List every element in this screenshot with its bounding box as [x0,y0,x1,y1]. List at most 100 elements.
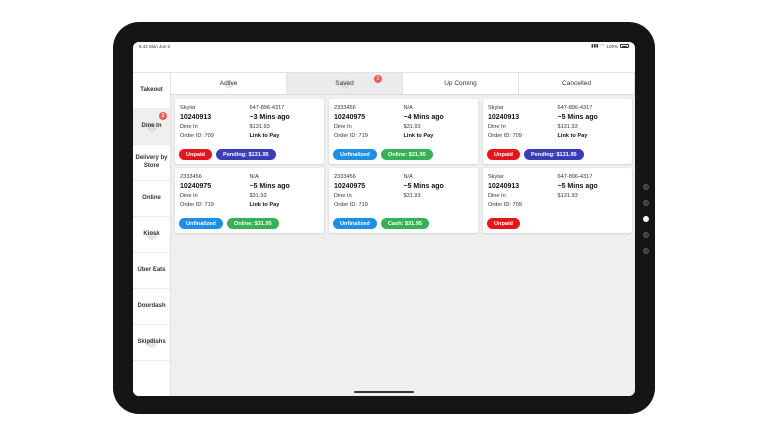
sidebar: Takeout Dine In 2 Delivery by Store Online Ki… [133,73,171,396]
sidebar-item-delivery-by-store[interactable]: Delivery by Store [133,145,170,181]
sidebar-item-label: Dine In [141,122,162,129]
pay-link[interactable]: Link to Pay [250,202,320,208]
pending-payment-badge[interactable]: Pending: $131.95 [215,149,276,160]
unfinalized-badge[interactable]: Unfinalized [333,218,377,229]
sidebar-item-label: Kiosk [143,230,160,237]
customer-phone: 647-896-4317 [557,104,593,111]
card-row: Order ID: 719 [334,201,473,211]
unfinalized-badge[interactable]: Unfinalized [179,218,223,229]
sidebar-item-label: Doordash [137,302,166,309]
pending-payment-badge[interactable]: Pending: $131.95 [523,149,584,160]
order-card[interactable]: 2333456 N/A 10240975 ~5 Mins ago Dine In $31.… [175,168,324,233]
unpaid-badge[interactable]: Unpaid [179,149,212,160]
order-card[interactable]: Skylar 647-896-4317 10240913 ~3 Mins ago Din… [175,99,324,164]
order-id: Order ID: 709 [180,133,214,140]
sidebar-item-label: Online [142,194,161,201]
customer-phone: 647-896-4317 [249,104,285,111]
order-id: Order ID: 719 [334,133,368,140]
wifi-icon: ◠ [600,43,605,48]
device-side-button [643,200,649,206]
order-card[interactable]: Skylar 647-896-4317 10240913 ~5 Mins ago Din… [483,99,632,164]
card-row: Skylar 647-896-4317 [180,103,319,113]
status-pills: Unpaid Pending: $131.95 [179,149,276,160]
tab-active[interactable]: Active [171,73,287,94]
sidebar-item-skipdishs[interactable]: Skipdishs [133,325,170,361]
order-time: ~3 Mins ago [249,113,290,121]
order-amount: $31.93 [403,123,421,130]
card-row: Order ID: 709 Link to Pay [180,132,319,142]
home-indicator [354,391,414,393]
card-row: 10240913 ~3 Mins ago [180,113,319,123]
pay-link[interactable]: Link to Pay [250,133,320,139]
app-screen: 6:41 Mon Jun 6 ▮▮▮ ◠ 100% Takeout Dine In… [133,42,635,396]
card-row: 10240975 ~5 Mins ago [180,182,319,192]
order-time: ~5 Mins ago [403,182,444,190]
device-side-button [643,184,649,190]
order-number: 10240913 [488,113,520,121]
tab-cancelled[interactable]: Cancelled [519,73,635,94]
top-header [133,50,635,73]
signal-icon: ▮▮▮ [591,43,599,48]
sidebar-item-takeout[interactable]: Takeout [133,73,170,109]
sidebar-item-label: Uber Eats [137,266,166,273]
status-time: 6:41 [139,43,148,49]
sidebar-item-doordash[interactable]: Doordash [133,289,170,325]
order-amount: $31.93 [403,192,421,199]
payment-badge[interactable]: Online: $31.95 [226,218,279,229]
customer-name: 2333456 [180,173,202,180]
order-amount: $131.93 [557,192,578,199]
status-pills: Unpaid [487,218,520,229]
status-date: Mon Jun 6 [149,43,171,49]
order-card[interactable]: 2333456 N/A 10240975 ~4 Mins ago Dine In $31.… [329,99,478,164]
card-row: Order ID: 709 Link to Pay [488,132,627,142]
card-row: 10240975 ~5 Mins ago [334,182,473,192]
order-id: Order ID: 719 [334,202,368,209]
tab-saved[interactable]: Saved 2 [287,73,403,94]
pay-link[interactable]: Link to Pay [404,133,474,139]
tab-label: Cancelled [562,80,591,87]
card-row: Skylar 647-896-4317 [488,172,627,182]
device-side-button [643,248,649,254]
order-type: Dine In [488,192,506,199]
sidebar-item-kiosk[interactable]: Kiosk [133,217,170,253]
card-row: Dine In $131.93 [488,191,627,201]
status-pills: Unfinalized Online: $31.95 [333,149,433,160]
pay-link[interactable]: Link to Pay [558,133,628,139]
customer-name: 2333456 [334,173,356,180]
tablet-frame: 6:41 Mon Jun 6 ▮▮▮ ◠ 100% Takeout Dine In… [113,22,655,414]
sidebar-item-dine-in[interactable]: Dine In 2 [133,109,170,145]
card-row: Order ID: 719 Link to Pay [334,132,473,142]
sidebar-item-online[interactable]: Online [133,181,170,217]
tab-label: Saved [335,80,354,87]
customer-phone: N/A [403,104,413,111]
payment-badge[interactable]: Cash: $31.95 [380,218,430,229]
main-content: Active Saved 2 Up Coming Cancelled Skylar 647… [171,73,635,396]
tab-up-coming[interactable]: Up Coming [403,73,519,94]
order-time: ~4 Mins ago [403,113,444,121]
order-amount: $131.93 [557,123,578,130]
order-amount: $131.93 [249,123,270,130]
customer-phone: N/A [249,173,259,180]
status-pills: Unfinalized Online: $31.95 [179,218,279,229]
card-row: 10240913 ~5 Mins ago [488,182,627,192]
customer-name: Skylar [488,173,504,180]
sidebar-item-label: Takeout [140,86,163,93]
order-number: 10240913 [180,113,212,121]
unpaid-badge[interactable]: Unpaid [487,218,520,229]
order-card[interactable]: 2333456 N/A 10240975 ~5 Mins ago Dine In $31.… [329,168,478,233]
card-row: 2333456 N/A [334,172,473,182]
unpaid-badge[interactable]: Unpaid [487,149,520,160]
customer-phone: 647-896-4317 [557,173,593,180]
payment-badge[interactable]: Online: $31.95 [380,149,433,160]
card-row: Dine In $131.93 [180,122,319,132]
device-side-button [643,232,649,238]
unfinalized-badge[interactable]: Unfinalized [333,149,377,160]
sidebar-item-uber-eats[interactable]: Uber Eats [133,253,170,289]
status-pills: Unpaid Pending: $131.95 [487,149,584,160]
order-card[interactable]: Skylar 647-896-4317 10240913 ~5 Mins ago Din… [483,168,632,233]
order-type: Dine In [180,123,198,130]
card-row: 2333456 N/A [334,103,473,113]
card-row: Skylar 647-896-4317 [488,103,627,113]
order-number: 10240975 [334,182,366,190]
order-type: Dine In [180,192,198,199]
